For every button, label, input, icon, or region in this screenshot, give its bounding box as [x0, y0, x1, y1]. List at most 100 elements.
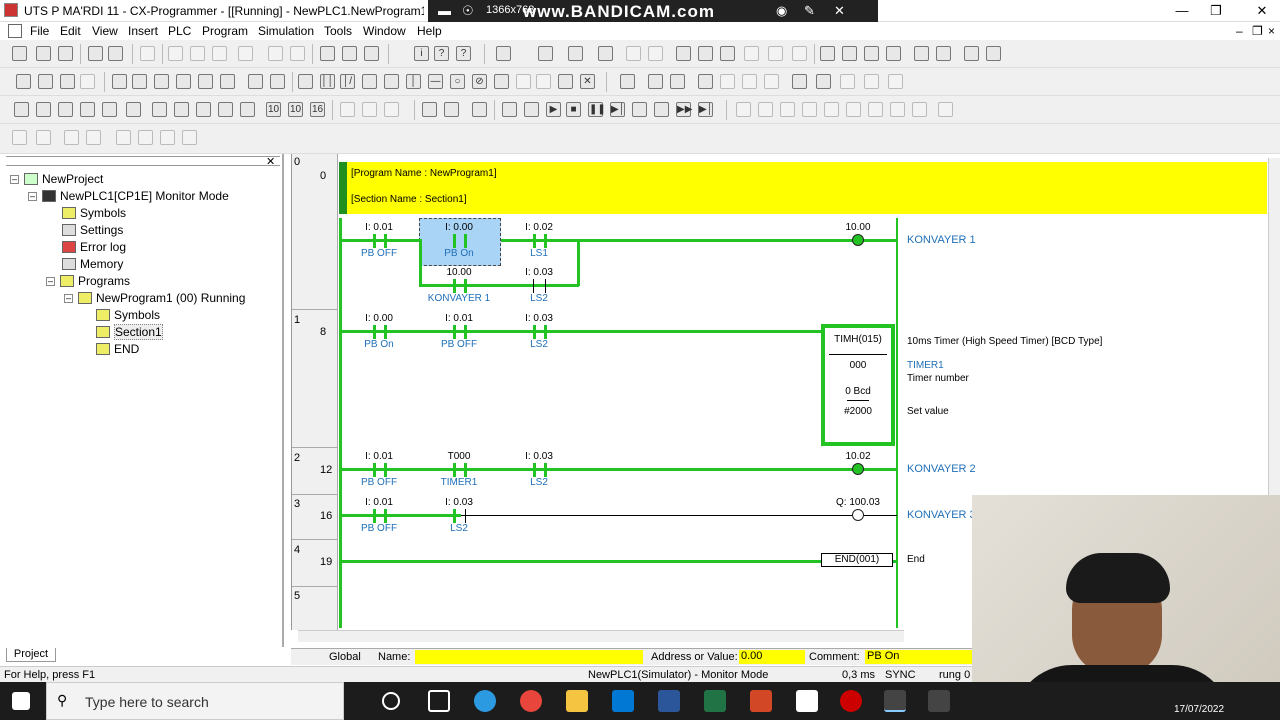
- bp-4-icon[interactable]: [802, 102, 817, 117]
- fast-forward-icon[interactable]: ▶▶: [676, 102, 692, 117]
- differentiate-icon[interactable]: [964, 46, 979, 61]
- view-4-icon[interactable]: [80, 102, 95, 117]
- store-icon[interactable]: [612, 690, 634, 712]
- fb-1-icon[interactable]: [116, 130, 131, 145]
- view-6-icon[interactable]: [126, 102, 141, 117]
- print-icon[interactable]: [88, 46, 103, 61]
- table-icon[interactable]: [248, 74, 263, 89]
- cross-ref-icon[interactable]: [270, 74, 285, 89]
- tag-icon[interactable]: [670, 74, 685, 89]
- tree-item-end[interactable]: END: [96, 341, 139, 357]
- continuous-step-icon[interactable]: [524, 102, 539, 117]
- sim-3-icon[interactable]: [384, 102, 399, 117]
- pencil-icon[interactable]: ✎: [804, 3, 815, 19]
- memory-icon[interactable]: [816, 74, 831, 89]
- new-contact-icon[interactable]: ││: [320, 74, 335, 89]
- menu-window[interactable]: Window: [363, 24, 406, 38]
- cut-icon[interactable]: [168, 46, 183, 61]
- new-instruction-icon[interactable]: [494, 74, 509, 89]
- transfer-icon[interactable]: [568, 46, 583, 61]
- show-ladder-icon[interactable]: [198, 74, 213, 89]
- bp-1-icon[interactable]: [736, 102, 751, 117]
- contact-pb-off[interactable]: [373, 234, 387, 248]
- view-3-icon[interactable]: [58, 102, 73, 117]
- decimal-10-icon[interactable]: 10: [266, 102, 281, 117]
- cortana-icon[interactable]: [382, 692, 400, 710]
- contact-pb-on[interactable]: [373, 325, 387, 339]
- new-closed-coil-icon[interactable]: ⊘: [472, 74, 487, 89]
- menu-simulation[interactable]: Simulation: [258, 24, 314, 38]
- mdi-minimize-icon[interactable]: –: [1236, 24, 1243, 38]
- new-icon[interactable]: [12, 46, 27, 61]
- address-field[interactable]: 0.00: [739, 650, 805, 664]
- powerpoint-icon[interactable]: [750, 690, 772, 712]
- sim-2-icon[interactable]: [362, 102, 377, 117]
- send-changes-icon[interactable]: [792, 46, 807, 61]
- online-edit-icon[interactable]: [744, 46, 759, 61]
- monitor-icon[interactable]: [820, 46, 835, 61]
- help-icon[interactable]: ?: [434, 46, 449, 61]
- line-connect-icon[interactable]: [558, 74, 573, 89]
- step-out-icon[interactable]: [654, 102, 669, 117]
- new-coil-icon[interactable]: ○: [450, 74, 465, 89]
- sim-debug-icon[interactable]: [444, 102, 459, 117]
- new-or-not-icon[interactable]: [384, 74, 399, 89]
- find-icon[interactable]: [342, 46, 357, 61]
- set-icon[interactable]: [914, 46, 929, 61]
- sim-settings-icon[interactable]: [472, 102, 487, 117]
- rung-comments-icon[interactable]: [176, 74, 191, 89]
- zoom-to-fit-icon[interactable]: [16, 74, 31, 89]
- sim-1-icon[interactable]: [340, 102, 355, 117]
- vertical-line-icon[interactable]: │: [406, 74, 421, 89]
- select-icon[interactable]: [298, 74, 313, 89]
- zoom-in-icon[interactable]: [38, 74, 53, 89]
- tree-item-symbols[interactable]: Symbols: [62, 205, 126, 221]
- view-10-icon[interactable]: [218, 102, 233, 117]
- sim-online-icon[interactable]: [422, 102, 437, 117]
- view-11-icon[interactable]: [240, 102, 255, 117]
- contact-ls2[interactable]: [453, 509, 467, 523]
- copy-icon[interactable]: [190, 46, 205, 61]
- mdi-close-icon[interactable]: ×: [1268, 24, 1275, 38]
- view-5-icon[interactable]: [102, 102, 117, 117]
- contact-ls2[interactable]: [533, 279, 547, 293]
- memory-4-icon[interactable]: [888, 74, 903, 89]
- transfer-from-icon[interactable]: [598, 46, 613, 61]
- pause-sim-icon[interactable]: ❚❚: [588, 102, 606, 117]
- symbols-4-icon[interactable]: [764, 74, 779, 89]
- run-icon[interactable]: ▶: [546, 102, 561, 117]
- start-icon[interactable]: [12, 692, 30, 710]
- align-2-icon[interactable]: [86, 130, 101, 145]
- menu-tools[interactable]: Tools: [324, 24, 352, 38]
- compare-icon[interactable]: [676, 46, 691, 61]
- memory-2-icon[interactable]: [840, 74, 855, 89]
- outdent-icon[interactable]: [36, 130, 51, 145]
- monitor-diff-icon[interactable]: [842, 46, 857, 61]
- list-icon[interactable]: [154, 74, 169, 89]
- hex-16-icon[interactable]: 16: [310, 102, 325, 117]
- align-icon[interactable]: [64, 130, 79, 145]
- tab-project[interactable]: Project: [6, 648, 56, 662]
- tree-item-program-symbols[interactable]: Symbols: [96, 307, 160, 323]
- fb-2-icon[interactable]: [138, 130, 153, 145]
- program-check-icon[interactable]: [698, 46, 713, 61]
- excel-icon[interactable]: [704, 690, 726, 712]
- menu-view[interactable]: View: [92, 24, 118, 38]
- horizontal-scrollbar[interactable]: [298, 630, 904, 642]
- close-recorder-icon[interactable]: ✕: [834, 3, 845, 19]
- new-or-icon[interactable]: [362, 74, 377, 89]
- view-8-icon[interactable]: [174, 102, 189, 117]
- simulator-icon[interactable]: [928, 690, 950, 712]
- delete-icon[interactable]: [238, 46, 253, 61]
- mnemonics-icon[interactable]: [220, 74, 235, 89]
- view-1-icon[interactable]: [14, 102, 29, 117]
- tree-item-newproject[interactable]: – NewProject: [10, 171, 103, 187]
- new-closed-contact-icon[interactable]: │/: [340, 74, 355, 89]
- symbols-2-icon[interactable]: [720, 74, 735, 89]
- coil-konvayer2[interactable]: [852, 463, 864, 475]
- fb-3-icon[interactable]: [160, 130, 175, 145]
- mail-icon[interactable]: [796, 690, 818, 712]
- comment-field[interactable]: PB On: [865, 650, 973, 664]
- tree-item-settings[interactable]: Settings: [62, 222, 123, 238]
- contact-pb-off[interactable]: [453, 325, 467, 339]
